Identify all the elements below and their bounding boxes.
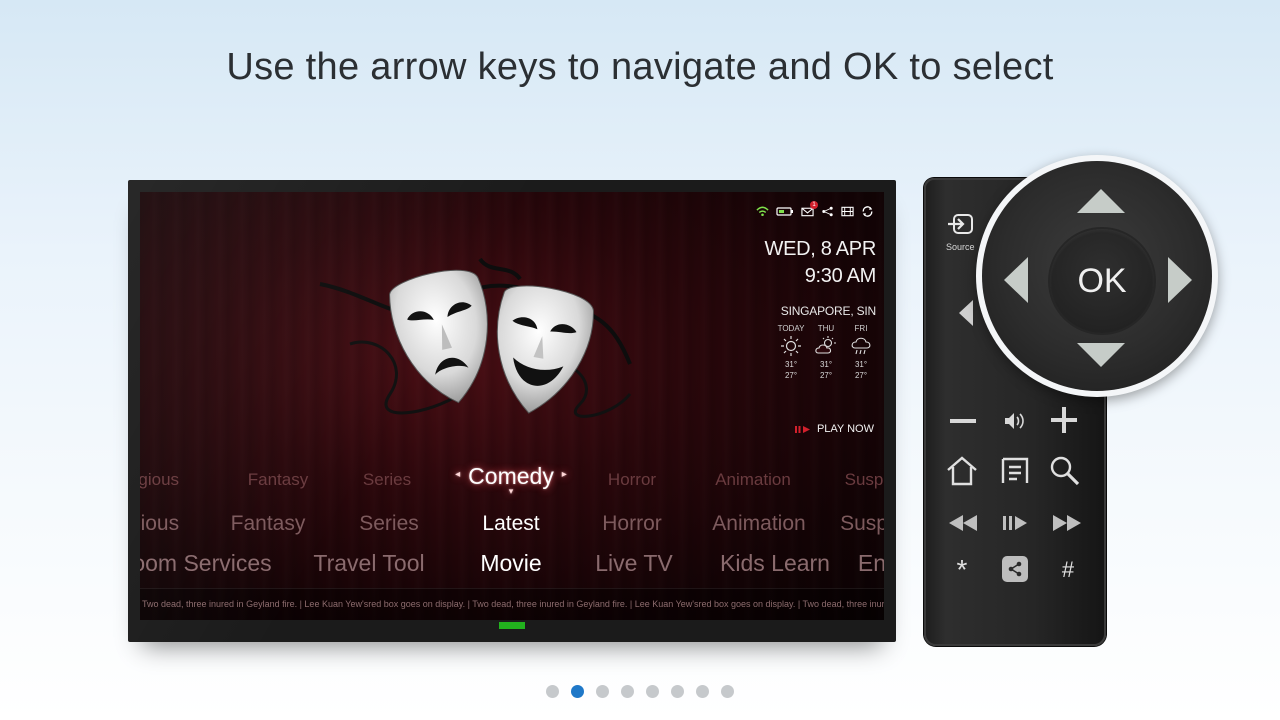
rewind-icon[interactable] <box>946 511 980 535</box>
page-dot[interactable] <box>621 685 634 698</box>
menu-icon[interactable] <box>998 454 1032 488</box>
time-text: 9:30 AM <box>804 265 877 287</box>
fast-forward-icon[interactable] <box>1050 511 1084 535</box>
date-time: WED, 8 APR 9:30 AM <box>764 236 877 290</box>
sub-item[interactable]: Susp <box>840 512 884 536</box>
weather-widget: SINGAPORE, SIN TODAY 31° 27° THU 31° 27°… <box>776 304 877 381</box>
weather-day: TODAY 31° 27° <box>776 324 806 381</box>
weather-day-label: TODAY <box>777 324 805 333</box>
page-dot[interactable] <box>671 685 684 698</box>
source-icon[interactable] <box>946 212 976 238</box>
theatre-masks-image <box>319 257 632 418</box>
genre-item[interactable]: Animation <box>715 470 791 490</box>
home-icon[interactable] <box>944 454 980 488</box>
dpad-zoom: OK <box>976 155 1218 397</box>
category-item[interactable]: oom Services <box>140 550 272 577</box>
film-icon[interactable] <box>841 206 854 217</box>
chevron-down-icon: ▾ <box>508 486 514 496</box>
pagination <box>546 685 734 698</box>
sub-item-selected[interactable]: Latest <box>482 512 539 536</box>
volume-down-icon[interactable] <box>948 408 978 434</box>
weather-high: 31° <box>819 360 833 369</box>
weather-day-label: FRI <box>854 324 868 333</box>
tv-screen: 1 WED, 8 APR 9:30 AM SINGAPORE, SIN TODA… <box>140 192 884 620</box>
play-now-button[interactable]: PLAY NOW <box>794 423 874 435</box>
page-headline: Use the arrow keys to navigate and OK to… <box>226 46 1054 88</box>
weather-low: 27° <box>784 371 798 380</box>
category-item[interactable]: Live TV <box>595 550 673 577</box>
weather-high: 31° <box>854 360 868 369</box>
play-pause-icon[interactable] <box>1000 511 1030 535</box>
weather-high: 31° <box>784 360 798 369</box>
sunny-icon <box>776 333 806 359</box>
volume-icon[interactable] <box>1002 408 1028 434</box>
asterisk-icon[interactable]: * <box>948 554 976 585</box>
play-now-icon <box>794 425 813 434</box>
news-ticker: Two dead, three inured in Geyland fire. … <box>140 588 884 620</box>
tv-frame: 1 WED, 8 APR 9:30 AM SINGAPORE, SIN TODA… <box>128 180 896 642</box>
page-dot[interactable] <box>696 685 709 698</box>
sub-item[interactable]: gious <box>140 512 179 536</box>
sub-item[interactable]: Fantasy <box>231 512 306 536</box>
date-text: WED, 8 APR <box>764 238 877 260</box>
status-bar: 1 <box>756 201 874 217</box>
page-dot[interactable] <box>721 685 734 698</box>
genre-row: egious Fantasy Series ◂ Comedy ▸ ▾ Horro… <box>140 463 884 504</box>
battery-icon <box>776 206 794 217</box>
sub-item[interactable]: Animation <box>712 512 805 536</box>
weather-low: 27° <box>819 371 833 380</box>
weather-day: THU 31° 27° <box>811 324 841 381</box>
share-icon[interactable] <box>1002 556 1028 582</box>
arrow-left-icon[interactable] <box>956 296 976 330</box>
category-item-selected[interactable]: Movie <box>480 550 541 577</box>
arrow-left-icon[interactable] <box>1002 255 1030 305</box>
genre-item[interactable]: Series <box>363 470 411 490</box>
arrow-right-icon[interactable] <box>1166 255 1194 305</box>
page-dot[interactable] <box>546 685 559 698</box>
arrow-up-icon[interactable] <box>1075 187 1127 215</box>
hash-icon[interactable]: # <box>1054 556 1082 584</box>
search-icon[interactable] <box>1048 454 1082 488</box>
page-dot[interactable] <box>646 685 659 698</box>
arrow-down-icon[interactable] <box>1075 341 1127 369</box>
category-item[interactable]: En <box>858 550 884 577</box>
source-label: Source <box>946 242 975 252</box>
category-item[interactable]: Travel Tool <box>313 550 424 577</box>
genre-item[interactable]: Fantasy <box>248 470 308 490</box>
genre-item[interactable]: Susp <box>845 470 884 490</box>
ok-button[interactable]: OK <box>1050 229 1154 333</box>
partly-cloudy-icon <box>811 333 841 359</box>
chevron-left-icon: ◂ <box>455 469 461 480</box>
wifi-icon <box>756 206 769 217</box>
weather-day: FRI 31° 27° <box>846 324 876 381</box>
sub-item[interactable]: Series <box>359 512 419 536</box>
chevron-right-icon: ▸ <box>561 469 567 480</box>
weather-low: 27° <box>854 371 868 380</box>
sub-item[interactable]: Horror <box>602 512 662 536</box>
genre-item[interactable]: Horror <box>608 470 656 490</box>
sub-category-row: gious Fantasy Series Latest Horror Anima… <box>140 512 884 546</box>
mail-badge: 1 <box>810 201 818 209</box>
dpad: OK <box>982 161 1212 391</box>
play-now-label: PLAY NOW <box>816 423 874 435</box>
power-led <box>499 622 525 629</box>
genre-item[interactable]: egious <box>140 470 179 490</box>
weather-day-label: THU <box>817 324 835 333</box>
refresh-icon[interactable] <box>861 206 874 217</box>
rain-icon <box>846 333 876 359</box>
share-icon[interactable] <box>821 206 834 217</box>
category-row: oom Services Travel Tool Movie Live TV K… <box>140 550 884 584</box>
mail-icon[interactable]: 1 <box>801 201 818 217</box>
page-dot-active[interactable] <box>571 685 584 698</box>
volume-up-icon[interactable] <box>1050 406 1078 434</box>
genre-item-selected[interactable]: ◂ Comedy ▸ ▾ <box>455 463 567 496</box>
weather-city: SINGAPORE, SIN <box>780 304 876 318</box>
page-dot[interactable] <box>596 685 609 698</box>
category-item[interactable]: Kids Learn <box>720 550 830 577</box>
